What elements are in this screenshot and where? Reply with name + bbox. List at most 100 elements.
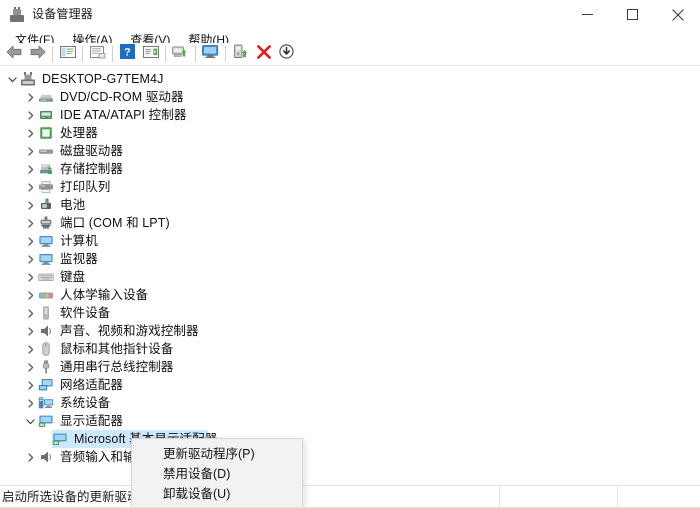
tree-item-microsoft-basic-display-adapter[interactable]: Microsoft 基本显示适配器 [0, 430, 700, 448]
tree-item-print-queue[interactable]: 打印队列 [0, 178, 700, 196]
ctx-disable-device[interactable]: 禁用设备(D) [132, 462, 302, 482]
toolbar-forward[interactable] [26, 43, 49, 65]
toolbar-update-driver[interactable] [229, 43, 252, 65]
chevron-right-icon[interactable] [22, 322, 38, 340]
tree-item-label: 人体学输入设备 [60, 288, 149, 302]
chevron-right-icon[interactable] [22, 358, 38, 376]
status-pane-secondary [500, 486, 618, 507]
sound-controller-icon [38, 323, 54, 339]
context-menu[interactable]: 更新驱动程序(P) 禁用设备(D) 卸载设备(U) [131, 438, 303, 507]
tree-item-usb-controller[interactable]: 通用串行总线控制器 [0, 358, 700, 376]
display-adapter-icon [38, 413, 54, 429]
chevron-down-icon[interactable] [22, 412, 38, 430]
tree-item-keyboard[interactable]: 键盘 [0, 268, 700, 286]
toolbar-separator [82, 46, 83, 62]
toolbar-scan-hardware[interactable] [169, 43, 192, 65]
tree-item-label: 磁盘驱动器 [60, 144, 124, 158]
toolbar-disable-device[interactable] [275, 43, 298, 65]
back-arrow-icon [6, 45, 23, 64]
tree-item-ide-controller[interactable]: IDE ATA/ATAPI 控制器 [0, 106, 700, 124]
chevron-right-icon[interactable] [22, 214, 38, 232]
device-list-icon [142, 45, 159, 64]
chevron-right-icon[interactable] [22, 268, 38, 286]
device-manager-icon [9, 6, 25, 23]
tree-item-label: 处理器 [60, 126, 98, 140]
toolbar-console-tree[interactable] [56, 43, 79, 65]
tree-item-label: 端口 (COM 和 LPT) [60, 216, 170, 230]
tree-item-display-adapter[interactable]: 显示适配器 [0, 412, 700, 430]
monitor-node-icon [38, 251, 54, 267]
maximize-button[interactable] [610, 0, 655, 29]
ctx-update-driver[interactable]: 更新驱动程序(P) [132, 442, 302, 462]
chevron-right-icon[interactable] [22, 304, 38, 322]
ctx-uninstall-device[interactable]: 卸载设备(U) [132, 482, 302, 502]
chevron-right-icon[interactable] [22, 394, 38, 412]
chevron-right-icon[interactable] [22, 196, 38, 214]
chevron-right-icon[interactable] [22, 160, 38, 178]
battery-icon [38, 197, 54, 213]
tree-item-storage-controller[interactable]: 存储控制器 [0, 160, 700, 178]
tree-item-label: 计算机 [60, 234, 98, 248]
usb-controller-icon [38, 359, 54, 375]
tree-item-dvd-drive[interactable]: DVD/CD-ROM 驱动器 [0, 88, 700, 106]
chevron-right-icon[interactable] [22, 124, 38, 142]
tree-item-disk-drive[interactable]: 磁盘驱动器 [0, 142, 700, 160]
uninstall-device-icon [256, 44, 271, 64]
chevron-right-icon[interactable] [22, 376, 38, 394]
system-device-icon [38, 395, 54, 411]
tree-item-computer[interactable]: 计算机 [0, 232, 700, 250]
toolbar-help[interactable]: ? [116, 43, 139, 65]
tree-item-software-device[interactable]: 软件设备 [0, 304, 700, 322]
title-bar: 设备管理器 [0, 0, 700, 29]
storage-controller-icon [38, 161, 54, 177]
chevron-right-icon[interactable] [22, 286, 38, 304]
tree-root-node[interactable]: DESKTOP-G7TEM4J [0, 70, 700, 88]
forward-arrow-icon [29, 45, 46, 64]
chevron-right-icon[interactable] [22, 250, 38, 268]
tree-item-battery[interactable]: 电池 [0, 196, 700, 214]
chevron-right-icon[interactable] [22, 178, 38, 196]
properties-icon [89, 45, 106, 64]
minimize-button[interactable] [565, 0, 610, 29]
tree-item-mouse[interactable]: 鼠标和其他指针设备 [0, 340, 700, 358]
network-adapter-icon [38, 377, 54, 393]
chevron-right-icon[interactable] [22, 340, 38, 358]
dvd-drive-icon [38, 89, 54, 105]
status-bar: 启动所选设备的更新驱动程序向导。 [0, 485, 700, 507]
device-tree[interactable]: DESKTOP-G7TEM4J DVD/CD-ROM 驱动器 IDE ATA/A… [0, 67, 700, 484]
disk-drive-icon [38, 143, 54, 159]
tree-item-system-device[interactable]: 系统设备 [0, 394, 700, 412]
chevron-right-icon[interactable] [22, 142, 38, 160]
show-hide-console-tree-icon [59, 45, 76, 64]
tree-item-label: 网络适配器 [60, 378, 124, 392]
toolbar-properties[interactable] [86, 43, 109, 65]
chevron-right-icon[interactable] [22, 232, 38, 250]
toolbar-back[interactable] [3, 43, 26, 65]
tree-item-network-adapter[interactable]: 网络适配器 [0, 376, 700, 394]
scan-hardware-changes-icon [172, 44, 189, 64]
tree-item-sound-controller[interactable]: 声音、视频和游戏控制器 [0, 322, 700, 340]
tree-item-hid[interactable]: 人体学输入设备 [0, 286, 700, 304]
toolbar-uninstall-device[interactable] [252, 43, 275, 65]
chevron-right-icon[interactable] [22, 106, 38, 124]
mouse-icon [38, 341, 54, 357]
toolbar-monitor[interactable] [199, 43, 222, 65]
toolbar: ? [0, 43, 700, 66]
chevron-right-icon[interactable] [22, 448, 38, 466]
toolbar-separator [225, 46, 226, 62]
tree-item-label: 鼠标和其他指针设备 [60, 342, 174, 356]
close-button[interactable] [655, 0, 700, 29]
print-queue-icon [38, 179, 54, 195]
tree-item-processor[interactable]: 处理器 [0, 124, 700, 142]
tree-item-audio-io[interactable]: 音频输入和输出 [0, 448, 700, 466]
chevron-down-icon[interactable] [4, 70, 20, 88]
tree-item-monitor[interactable]: 监视器 [0, 250, 700, 268]
toolbar-separator [112, 46, 113, 62]
tree-item-label: 键盘 [60, 270, 86, 284]
chevron-right-icon[interactable] [22, 88, 38, 106]
toolbar-device-list[interactable] [139, 43, 162, 65]
tree-item-label: 打印队列 [60, 180, 111, 194]
hid-icon [38, 287, 54, 303]
window-controls [565, 0, 700, 29]
tree-item-ports[interactable]: 端口 (COM 和 LPT) [0, 214, 700, 232]
